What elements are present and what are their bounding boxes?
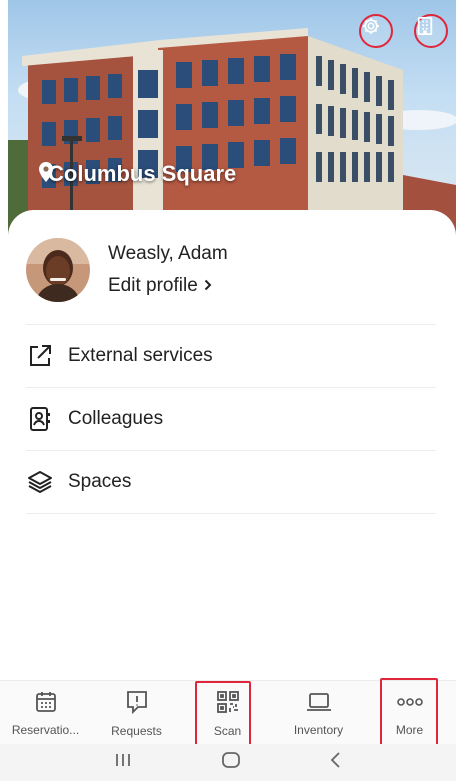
nav-requests[interactable]: Requests [91, 681, 182, 745]
menu-item-colleagues[interactable]: Colleagues [26, 388, 436, 450]
back-icon[interactable] [329, 751, 343, 774]
calendar-icon [34, 690, 58, 717]
building-switch-button[interactable] [414, 14, 448, 48]
qr-code-icon [215, 689, 241, 718]
layers-icon [26, 468, 54, 496]
nav-label: Requests [111, 723, 162, 738]
chevron-right-icon [204, 274, 212, 298]
home-icon[interactable] [220, 751, 242, 774]
menu-item-label: Spaces [68, 471, 132, 492]
menu-item-spaces[interactable]: Spaces [26, 451, 436, 513]
location-name: Columbus Square [48, 161, 237, 186]
menu-item-external-services[interactable]: External services [26, 325, 436, 387]
nav-more[interactable]: More [364, 678, 455, 752]
edit-profile-link[interactable]: Edit profile [108, 274, 228, 298]
user-name: Weasly, Adam [108, 243, 228, 264]
divider [26, 513, 436, 514]
nav-label: Inventory [293, 722, 344, 737]
profile-section[interactable]: Weasly, Adam Edit profile [26, 238, 228, 302]
contact-card-icon [26, 405, 54, 433]
avatar [26, 238, 90, 302]
menu-item-label: Colleagues [68, 408, 164, 429]
menu-item-label: External services [68, 345, 213, 366]
external-link-icon [26, 342, 54, 370]
system-navigation-bar [0, 744, 456, 781]
profile-card: Weasly, Adam Edit profile External servi… [8, 210, 456, 680]
nav-label: Scan [213, 723, 242, 738]
nav-label: Reservatio... [11, 722, 80, 737]
recent-apps-icon[interactable] [113, 752, 133, 773]
building-hero-image: Columbus Square [8, 0, 456, 240]
bottom-navigation: Reservatio... Requests Scan Inventory Mo… [0, 678, 456, 755]
edit-profile-label: Edit profile [108, 275, 198, 296]
message-alert-icon [124, 689, 150, 718]
nav-scan[interactable]: Scan [182, 681, 273, 755]
menu-list: External services Colleagues Spaces [26, 324, 436, 514]
location-label: Columbus Square [38, 161, 236, 187]
nav-reservations[interactable]: Reservatio... [0, 681, 91, 745]
nav-label: More [395, 722, 424, 737]
settings-button[interactable] [359, 14, 393, 48]
more-dots-icon [395, 690, 425, 717]
laptop-icon [305, 690, 333, 717]
nav-inventory[interactable]: Inventory [273, 681, 364, 745]
